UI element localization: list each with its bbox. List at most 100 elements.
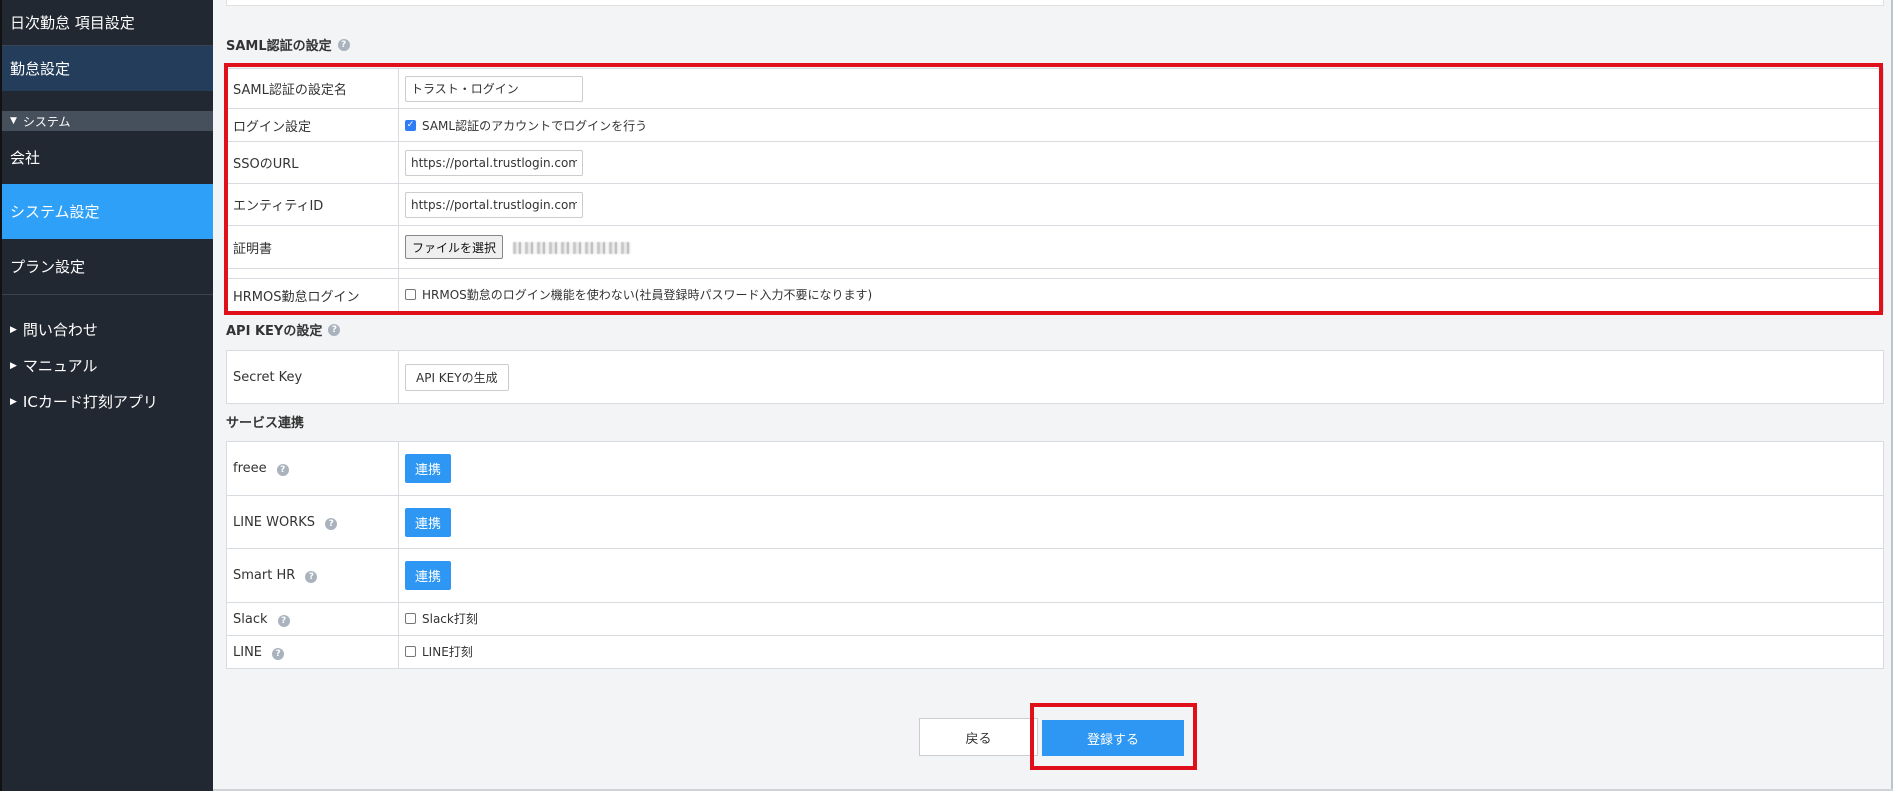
hrmos-login-cell: HRMOS勤怠のログイン機能を使わない(社員登録時パスワード入力不要になります) — [398, 278, 1884, 312]
certificate-label: 証明書 — [226, 225, 399, 269]
line-punch-checkbox[interactable]: LINE打刻 — [405, 643, 473, 660]
hrmos-login-label: HRMOS勤怠ログイン — [226, 278, 399, 312]
table-row: LINE WORKS ? 連携 — [226, 495, 1884, 549]
services-section-title: サービス連携 — [226, 412, 304, 431]
table-row: Slack ? Slack打刻 — [226, 602, 1884, 636]
previous-table-bottom — [226, 0, 1884, 6]
back-button[interactable]: 戻る — [919, 718, 1038, 756]
checkbox-unchecked-icon — [405, 613, 416, 624]
help-icon[interactable]: ? — [328, 323, 341, 336]
services-section-heading: サービス連携 — [226, 416, 305, 431]
entity-id-label: エンティティID — [226, 183, 399, 226]
api-key-section-title: API KEYの設定 ? — [226, 320, 341, 339]
sidebar-section-label: システム — [22, 114, 71, 129]
table-row: Smart HR ? 連携 — [226, 548, 1884, 603]
freee-label-cell: freee ? — [226, 441, 399, 496]
saml-name-label: SAML認証の設定名 — [226, 68, 399, 109]
help-icon[interactable]: ? — [272, 647, 285, 660]
checkbox-label: HRMOS勤怠のログイン機能を使わない(社員登録時パスワード入力不要になります) — [422, 288, 873, 302]
caret-down-icon: ▼ — [10, 116, 17, 126]
checkbox-unchecked-icon — [405, 289, 416, 300]
table-row: freee ? 連携 — [226, 441, 1884, 496]
table-row: Secret Key API KEYの生成 — [226, 350, 1884, 404]
help-icon[interactable]: ? — [277, 614, 290, 627]
smarthr-cell: 連携 — [398, 548, 1884, 603]
sidebar-item-system-settings[interactable]: システム設定 — [2, 184, 213, 239]
table-row-spacer — [226, 268, 1884, 279]
login-setting-label: ログイン設定 — [226, 108, 399, 142]
main-content: SAML認証の設定 ? SAML認証の設定名 ログイン設定 ✓ SAML認証のア… — [213, 0, 1893, 791]
sso-url-cell — [398, 141, 1884, 184]
slack-label: Slack — [233, 611, 268, 627]
generate-api-key-button[interactable]: API KEYの生成 — [405, 363, 509, 391]
sso-url-input[interactable] — [405, 149, 583, 176]
certificate-cell: ファイルを選択 — [398, 225, 1884, 269]
smarthr-label: Smart HR — [233, 568, 296, 583]
sidebar-item-attendance-settings[interactable]: 勤怠設定 — [2, 46, 213, 91]
line-label-cell: LINE ? — [226, 635, 399, 669]
lineworks-connect-button[interactable]: 連携 — [405, 507, 451, 537]
saml-section-heading: SAML認証の設定 — [226, 39, 332, 54]
sidebar-link-contact[interactable]: ▶ 問い合わせ — [10, 319, 98, 340]
sidebar-item-label: プラン設定 — [10, 257, 86, 276]
sidebar-link-label: ICカード打刻アプリ — [22, 393, 158, 411]
secret-key-label: Secret Key — [226, 350, 399, 404]
sidebar-item-daily-attendance-fields[interactable]: 日次勤怠 項目設定 — [2, 0, 213, 45]
checkbox-label: LINE打刻 — [422, 645, 473, 659]
caret-right-icon: ▶ — [10, 324, 17, 335]
entity-id-input[interactable] — [405, 191, 583, 218]
sidebar-link-ic-card-app[interactable]: ▶ ICカード打刻アプリ — [10, 391, 158, 412]
spacer-cell — [226, 268, 399, 279]
checkbox-checked-icon: ✓ — [405, 120, 416, 131]
table-row: 証明書 ファイルを選択 — [226, 225, 1884, 269]
saml-settings-table: SAML認証の設定名 ログイン設定 ✓ SAML認証のアカウントでログインを行う… — [226, 68, 1884, 312]
table-row: ログイン設定 ✓ SAML認証のアカウントでログインを行う — [226, 108, 1884, 142]
saml-name-input[interactable] — [405, 75, 583, 102]
line-cell: LINE打刻 — [398, 635, 1884, 669]
slack-punch-checkbox[interactable]: Slack打刻 — [405, 610, 478, 627]
table-row: HRMOS勤怠ログイン HRMOS勤怠のログイン機能を使わない(社員登録時パスワ… — [226, 278, 1884, 312]
api-key-section-heading: API KEYの設定 — [226, 324, 323, 339]
sso-url-label: SSOのURL — [226, 141, 399, 184]
api-key-table: Secret Key API KEYの生成 — [226, 350, 1884, 404]
table-row: LINE ? LINE打刻 — [226, 635, 1884, 669]
secret-key-cell: API KEYの生成 — [398, 350, 1884, 404]
register-button[interactable]: 登録する — [1042, 720, 1184, 756]
sidebar-item-label: システム設定 — [10, 203, 100, 221]
lineworks-label-cell: LINE WORKS ? — [226, 495, 399, 549]
checkbox-unchecked-icon — [405, 646, 416, 657]
caret-right-icon: ▶ — [10, 396, 17, 407]
sidebar-item-label: 日次勤怠 項目設定 — [10, 14, 135, 32]
table-row: SAML認証の設定名 — [226, 68, 1884, 109]
table-row: SSOのURL — [226, 141, 1884, 184]
sidebar-item-company[interactable]: 会社 — [2, 131, 213, 183]
saml-login-checkbox[interactable]: ✓ SAML認証のアカウントでログインを行う — [405, 117, 647, 134]
sidebar: 日次勤怠 項目設定 勤怠設定 ▼ システム 会社 システム設定 プラン設定 ▶ … — [0, 0, 213, 791]
sidebar-section-system[interactable]: ▼ システム — [2, 111, 213, 131]
slack-label-cell: Slack ? — [226, 602, 399, 636]
sidebar-link-label: 問い合わせ — [22, 321, 98, 339]
line-label: LINE — [233, 644, 263, 660]
checkbox-label: Slack打刻 — [422, 612, 478, 626]
freee-connect-button[interactable]: 連携 — [405, 454, 451, 483]
sidebar-item-plan-settings[interactable]: プラン設定 — [2, 240, 213, 292]
spacer-cell — [398, 268, 1884, 279]
sidebar-item-label: 会社 — [10, 148, 41, 167]
help-icon[interactable]: ? — [305, 571, 318, 583]
freee-label: freee — [233, 461, 267, 476]
smarthr-connect-button[interactable]: 連携 — [405, 561, 451, 590]
help-icon[interactable]: ? — [325, 517, 338, 530]
slack-cell: Slack打刻 — [398, 602, 1884, 636]
hrmos-login-checkbox[interactable]: HRMOS勤怠のログイン機能を使わない(社員登録時パスワード入力不要になります) — [405, 286, 872, 303]
redacted-filename — [513, 242, 632, 254]
freee-cell: 連携 — [398, 441, 1884, 496]
help-icon[interactable]: ? — [276, 464, 289, 476]
caret-right-icon: ▶ — [10, 360, 17, 371]
lineworks-label: LINE WORKS — [233, 514, 316, 530]
sidebar-item-label: 勤怠設定 — [10, 60, 71, 78]
help-icon[interactable]: ? — [337, 38, 350, 51]
login-setting-cell: ✓ SAML認証のアカウントでログインを行う — [398, 108, 1884, 142]
sidebar-link-manual[interactable]: ▶ マニュアル — [10, 355, 97, 376]
choose-file-button[interactable]: ファイルを選択 — [405, 235, 504, 259]
sidebar-link-label: マニュアル — [22, 357, 98, 375]
